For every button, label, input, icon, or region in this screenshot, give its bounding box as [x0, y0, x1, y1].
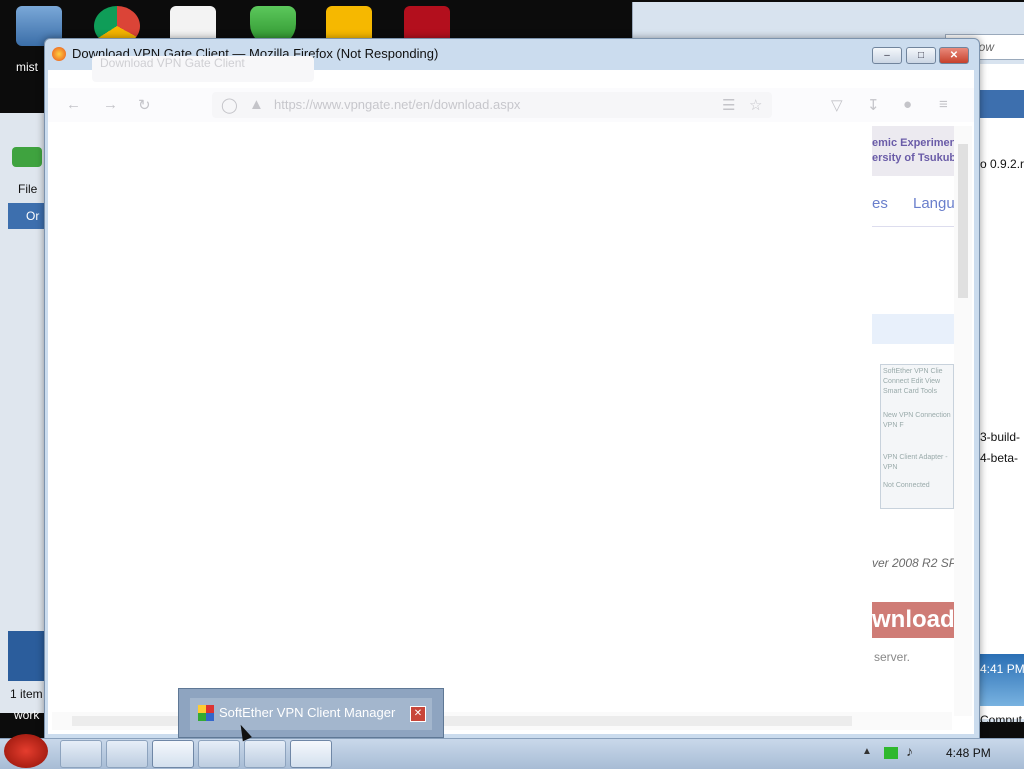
tab-download-vpn[interactable]: Download VPN Gate Client	[92, 56, 314, 82]
thumb-item-1: New VPN Connection	[883, 412, 951, 419]
menu-file[interactable]: File	[18, 182, 37, 196]
reload-icon[interactable]: ↻	[138, 96, 151, 114]
section-band	[872, 314, 954, 344]
vertical-scroll-thumb[interactable]	[958, 144, 968, 298]
taskbar-tool-button[interactable]	[198, 740, 240, 768]
thumb-title: SoftEther VPN Clie	[883, 368, 943, 375]
right-text-2: 3-build-	[980, 430, 1021, 444]
popup-title: SoftEther VPN Client Manager	[219, 705, 396, 720]
preview-pane	[8, 631, 46, 681]
lock-icon[interactable]: ▲	[249, 96, 264, 113]
thumb-item-2: VPN F	[883, 422, 904, 429]
url-text[interactable]: https://www.vpngate.net/en/download.aspx	[274, 97, 520, 112]
pocket-icon[interactable]: ▽	[831, 96, 843, 114]
nav-item[interactable]: es	[872, 195, 888, 212]
thumb-menu: Connect Edit View	[883, 378, 941, 385]
reader-view-icon[interactable]: ☰	[722, 96, 735, 114]
forward-arrow-icon[interactable]: →	[103, 96, 118, 113]
show-hidden-icons-icon[interactable]: ▲	[862, 746, 872, 757]
account-icon[interactable]: ●	[903, 96, 912, 113]
menu-icon[interactable]: ≡	[939, 96, 948, 113]
network-label: work	[14, 708, 40, 722]
background-window-left[interactable]: File Or 1 item	[0, 113, 47, 713]
taskbar-clock[interactable]: 4:48 PM	[946, 746, 991, 760]
thumb-menu-2: Smart Card Tools	[883, 388, 937, 395]
back-arrow-icon[interactable]: ←	[66, 96, 81, 113]
taskbar-explorer-button[interactable]	[60, 740, 102, 768]
banner-line-1: emic Experiment	[872, 137, 954, 149]
desktop-icon-label: mist	[16, 60, 38, 74]
popup-close-button[interactable]: ✕	[410, 706, 426, 722]
taskbar-firefox-button[interactable]	[152, 740, 194, 768]
right-blue-strip	[978, 90, 1024, 118]
items-count: 1 item	[10, 687, 43, 701]
right-time: 4:41 PM	[980, 662, 1024, 676]
menu-organize[interactable]: Or	[26, 209, 39, 223]
network-tray-icon[interactable]	[884, 747, 898, 759]
vertical-scrollbar[interactable]	[954, 126, 972, 716]
thumb-item-3: VPN Client Adapter - VPN	[883, 454, 948, 471]
taskbar-7zip-button[interactable]	[244, 740, 286, 768]
os-support-text: ver 2008 R2 SP	[872, 556, 957, 570]
start-button[interactable]	[4, 734, 48, 768]
taskbar-softether-button[interactable]	[290, 740, 332, 768]
right-computer-label: Comput	[980, 713, 1023, 727]
volume-icon[interactable]: ♪	[906, 743, 913, 759]
language-link[interactable]: Langu	[913, 195, 955, 212]
maximize-button[interactable]: □	[906, 47, 936, 64]
download-icon[interactable]: ↧	[867, 96, 880, 114]
shield-icon[interactable]: ◯	[221, 96, 238, 114]
bookmark-star-icon[interactable]: ☆	[749, 96, 762, 114]
page-content[interactable]	[48, 70, 974, 734]
firefox-logo-icon	[52, 47, 66, 61]
close-button[interactable]: ✕	[939, 47, 969, 64]
right-text-3: 4-beta-	[980, 451, 1019, 465]
banner-line-2: ersity of Tsukuba	[872, 152, 954, 164]
server-text: server.	[874, 650, 911, 664]
taskbar-chrome-button[interactable]	[106, 740, 148, 768]
green-back-icon[interactable]	[12, 147, 42, 167]
softether-icon	[198, 705, 214, 721]
minimize-button[interactable]: –	[872, 47, 902, 64]
header-banner	[872, 126, 954, 176]
thumb-status: Not Connected	[883, 482, 930, 489]
organize-bar[interactable]: Or	[8, 203, 46, 229]
nav-divider	[872, 226, 954, 227]
download-button[interactable]: wnload	[872, 602, 954, 638]
softether-screenshot-thumbnail: SoftEther VPN Clie Connect Edit View Sma…	[880, 364, 954, 509]
right-text-1: o 0.9.2.r	[980, 157, 1024, 171]
